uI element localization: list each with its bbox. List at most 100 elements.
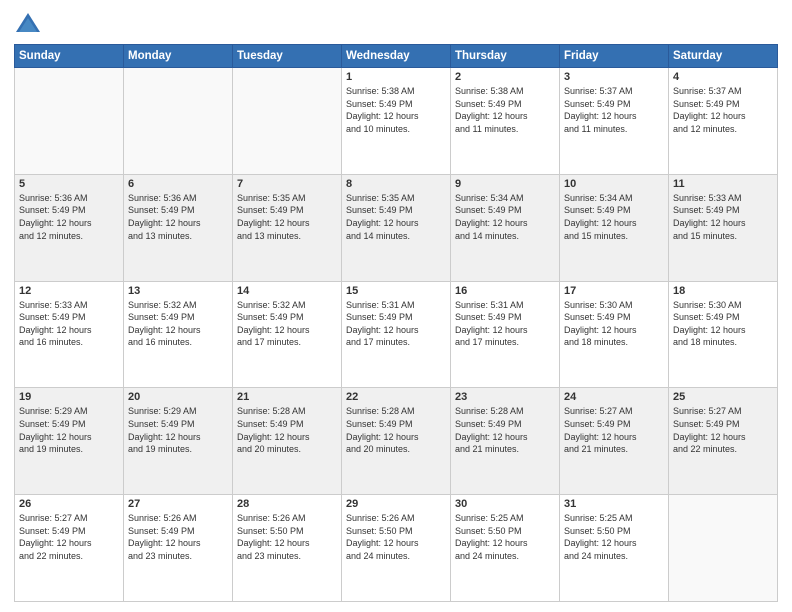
day-info: Sunrise: 5:36 AM Sunset: 5:49 PM Dayligh…	[128, 192, 228, 242]
day-info: Sunrise: 5:38 AM Sunset: 5:49 PM Dayligh…	[455, 85, 555, 135]
calendar-cell	[15, 68, 124, 175]
calendar-cell: 21Sunrise: 5:28 AM Sunset: 5:49 PM Dayli…	[233, 388, 342, 495]
calendar-cell: 10 Sunrise: 5:34 AM Sunset: 5:49 PM Dayli…	[560, 174, 669, 281]
day-number: 22	[346, 391, 446, 403]
day-number: 9	[455, 178, 555, 190]
day-number: 31	[564, 498, 664, 510]
day-number: 26	[19, 498, 119, 510]
day-info: Sunrise: 5:32 AM Sunset: 5:49 PM Dayligh…	[128, 299, 228, 349]
day-info: Sunrise: 5:34 AM Sunset: 5:49 PM Dayligh…	[564, 192, 664, 242]
weekday-saturday: Saturday	[669, 45, 778, 68]
calendar-week-row: 1 Sunrise: 5:38 AM Sunset: 5:49 PM Daylig…	[15, 68, 778, 175]
calendar-cell: 20 Sunrise: 5:29 AM Sunset: 5:49 PM Dayli…	[124, 388, 233, 495]
day-number: 13	[128, 285, 228, 297]
calendar-cell: 18Sunrise: 5:30 AM Sunset: 5:49 PM Dayli…	[669, 281, 778, 388]
day-info: Sunrise: 5:27 AM Sunset: 5:49 PM Dayligh…	[19, 512, 119, 562]
day-info: Sunrise: 5:27 AM Sunset: 5:49 PM Dayligh…	[564, 405, 664, 455]
calendar-cell: 3 Sunrise: 5:37 AM Sunset: 5:49 PM Daylig…	[560, 68, 669, 175]
weekday-wednesday: Wednesday	[342, 45, 451, 68]
logo-icon	[14, 10, 42, 38]
day-number: 28	[237, 498, 337, 510]
calendar-cell: 25Sunrise: 5:27 AM Sunset: 5:49 PM Dayli…	[669, 388, 778, 495]
calendar-cell: 8 Sunrise: 5:35 AM Sunset: 5:49 PM Daylig…	[342, 174, 451, 281]
day-info: Sunrise: 5:36 AM Sunset: 5:49 PM Dayligh…	[19, 192, 119, 242]
calendar-week-row: 19 Sunrise: 5:29 AM Sunset: 5:49 PM Dayli…	[15, 388, 778, 495]
day-number: 3	[564, 71, 664, 83]
calendar-week-row: 5 Sunrise: 5:36 AM Sunset: 5:49 PM Daylig…	[15, 174, 778, 281]
calendar-cell	[233, 68, 342, 175]
day-number: 20	[128, 391, 228, 403]
day-info: Sunrise: 5:32 AM Sunset: 5:49 PM Dayligh…	[237, 299, 337, 349]
calendar-cell: 19 Sunrise: 5:29 AM Sunset: 5:49 PM Dayli…	[15, 388, 124, 495]
calendar-cell: 2 Sunrise: 5:38 AM Sunset: 5:49 PM Daylig…	[451, 68, 560, 175]
header	[14, 10, 778, 38]
calendar-cell: 29 Sunrise: 5:26 AM Sunset: 5:50 PM Dayli…	[342, 495, 451, 602]
logo	[14, 10, 46, 38]
calendar-cell: 30Sunrise: 5:25 AM Sunset: 5:50 PM Dayli…	[451, 495, 560, 602]
day-number: 1	[346, 71, 446, 83]
day-info: Sunrise: 5:37 AM Sunset: 5:49 PM Dayligh…	[564, 85, 664, 135]
calendar-cell	[669, 495, 778, 602]
day-number: 4	[673, 71, 773, 83]
day-number: 11	[673, 178, 773, 190]
weekday-thursday: Thursday	[451, 45, 560, 68]
day-info: Sunrise: 5:37 AM Sunset: 5:49 PM Dayligh…	[673, 85, 773, 135]
day-info: Sunrise: 5:25 AM Sunset: 5:50 PM Dayligh…	[564, 512, 664, 562]
day-number: 8	[346, 178, 446, 190]
day-number: 2	[455, 71, 555, 83]
calendar-cell: 26 Sunrise: 5:27 AM Sunset: 5:49 PM Dayli…	[15, 495, 124, 602]
calendar-cell: 24 Sunrise: 5:27 AM Sunset: 5:49 PM Dayli…	[560, 388, 669, 495]
day-info: Sunrise: 5:25 AM Sunset: 5:50 PM Dayligh…	[455, 512, 555, 562]
weekday-tuesday: Tuesday	[233, 45, 342, 68]
day-info: Sunrise: 5:29 AM Sunset: 5:49 PM Dayligh…	[19, 405, 119, 455]
weekday-header-row: SundayMondayTuesdayWednesdayThursdayFrid…	[15, 45, 778, 68]
calendar-week-row: 12 Sunrise: 5:33 AM Sunset: 5:49 PM Dayli…	[15, 281, 778, 388]
calendar-cell: 23Sunrise: 5:28 AM Sunset: 5:49 PM Dayli…	[451, 388, 560, 495]
calendar-cell: 6 Sunrise: 5:36 AM Sunset: 5:49 PM Daylig…	[124, 174, 233, 281]
calendar-cell: 11 Sunrise: 5:33 AM Sunset: 5:49 PM Dayli…	[669, 174, 778, 281]
calendar-cell: 5 Sunrise: 5:36 AM Sunset: 5:49 PM Daylig…	[15, 174, 124, 281]
day-number: 15	[346, 285, 446, 297]
calendar-cell: 27Sunrise: 5:26 AM Sunset: 5:49 PM Dayli…	[124, 495, 233, 602]
day-info: Sunrise: 5:31 AM Sunset: 5:49 PM Dayligh…	[346, 299, 446, 349]
day-number: 5	[19, 178, 119, 190]
day-info: Sunrise: 5:28 AM Sunset: 5:49 PM Dayligh…	[237, 405, 337, 455]
day-info: Sunrise: 5:38 AM Sunset: 5:49 PM Dayligh…	[346, 85, 446, 135]
calendar-cell: 12 Sunrise: 5:33 AM Sunset: 5:49 PM Dayli…	[15, 281, 124, 388]
calendar-cell: 15 Sunrise: 5:31 AM Sunset: 5:49 PM Dayli…	[342, 281, 451, 388]
day-number: 10	[564, 178, 664, 190]
calendar-cell: 13 Sunrise: 5:32 AM Sunset: 5:49 PM Dayli…	[124, 281, 233, 388]
day-info: Sunrise: 5:33 AM Sunset: 5:49 PM Dayligh…	[19, 299, 119, 349]
day-info: Sunrise: 5:29 AM Sunset: 5:49 PM Dayligh…	[128, 405, 228, 455]
day-number: 6	[128, 178, 228, 190]
day-number: 14	[237, 285, 337, 297]
calendar-cell: 16 Sunrise: 5:31 AM Sunset: 5:49 PM Dayli…	[451, 281, 560, 388]
page: SundayMondayTuesdayWednesdayThursdayFrid…	[0, 0, 792, 612]
weekday-friday: Friday	[560, 45, 669, 68]
calendar-cell: 9Sunrise: 5:34 AM Sunset: 5:49 PM Daylig…	[451, 174, 560, 281]
calendar-cell: 4 Sunrise: 5:37 AM Sunset: 5:49 PM Daylig…	[669, 68, 778, 175]
day-number: 25	[673, 391, 773, 403]
calendar: SundayMondayTuesdayWednesdayThursdayFrid…	[14, 44, 778, 602]
day-number: 29	[346, 498, 446, 510]
day-info: Sunrise: 5:33 AM Sunset: 5:49 PM Dayligh…	[673, 192, 773, 242]
day-number: 16	[455, 285, 555, 297]
day-info: Sunrise: 5:26 AM Sunset: 5:50 PM Dayligh…	[237, 512, 337, 562]
day-info: Sunrise: 5:30 AM Sunset: 5:49 PM Dayligh…	[564, 299, 664, 349]
day-info: Sunrise: 5:28 AM Sunset: 5:49 PM Dayligh…	[455, 405, 555, 455]
calendar-cell: 31 Sunrise: 5:25 AM Sunset: 5:50 PM Dayli…	[560, 495, 669, 602]
calendar-cell: 7Sunrise: 5:35 AM Sunset: 5:49 PM Daylig…	[233, 174, 342, 281]
calendar-cell	[124, 68, 233, 175]
calendar-cell: 28 Sunrise: 5:26 AM Sunset: 5:50 PM Dayli…	[233, 495, 342, 602]
calendar-cell: 17 Sunrise: 5:30 AM Sunset: 5:49 PM Dayli…	[560, 281, 669, 388]
day-number: 19	[19, 391, 119, 403]
day-number: 18	[673, 285, 773, 297]
day-info: Sunrise: 5:35 AM Sunset: 5:49 PM Dayligh…	[346, 192, 446, 242]
day-info: Sunrise: 5:26 AM Sunset: 5:50 PM Dayligh…	[346, 512, 446, 562]
day-number: 17	[564, 285, 664, 297]
day-number: 27	[128, 498, 228, 510]
day-number: 12	[19, 285, 119, 297]
weekday-monday: Monday	[124, 45, 233, 68]
day-number: 24	[564, 391, 664, 403]
day-info: Sunrise: 5:31 AM Sunset: 5:49 PM Dayligh…	[455, 299, 555, 349]
